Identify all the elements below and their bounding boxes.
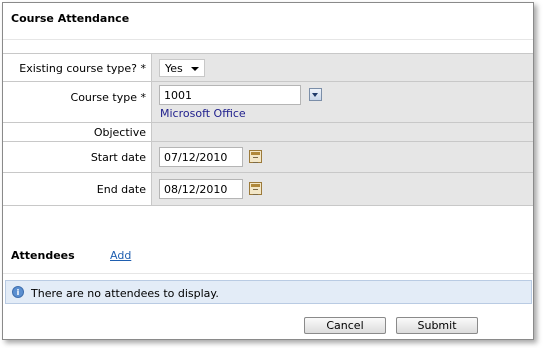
objective-cell [151, 123, 533, 141]
course-form: Existing course type? * Yes Course type … [3, 53, 533, 206]
existing-course-type-select[interactable]: Yes [159, 59, 205, 77]
objective-label: Objective [93, 126, 146, 139]
panel-title: Course Attendance [11, 12, 130, 25]
chevron-down-icon [191, 67, 199, 71]
course-type-description: Microsoft Office [160, 107, 246, 120]
start-date-row: Start date 07/12/2010 [3, 141, 533, 172]
end-date-row: End date 08/12/2010 [3, 172, 533, 205]
cancel-button[interactable]: Cancel [304, 317, 386, 334]
start-date-cell: 07/12/2010 [151, 142, 533, 172]
existing-course-type-cell: Yes [151, 54, 533, 81]
course-attendance-panel: Course Attendance Existing course type? … [2, 2, 534, 340]
info-icon: i [12, 286, 24, 298]
objective-row: Objective [3, 122, 533, 141]
attendees-divider [3, 273, 533, 274]
add-attendee-link[interactable]: Add [110, 249, 131, 262]
existing-course-type-row: Existing course type? * Yes [3, 54, 533, 81]
course-type-row: Course type * 1001 Microsoft Office [3, 81, 533, 122]
end-date-input[interactable]: 08/12/2010 [159, 179, 243, 199]
existing-course-type-label: Existing course type? * [19, 62, 146, 75]
start-date-label: Start date [90, 151, 146, 164]
empty-message-text: There are no attendees to display. [31, 287, 219, 300]
course-type-dropdown-icon[interactable] [309, 88, 322, 101]
start-date-input[interactable]: 07/12/2010 [159, 147, 243, 167]
attendees-label: Attendees [11, 249, 75, 262]
submit-button[interactable]: Submit [396, 317, 478, 334]
course-type-cell: 1001 Microsoft Office [151, 82, 533, 122]
course-type-input[interactable]: 1001 [159, 85, 301, 105]
no-attendees-message: i There are no attendees to display. [5, 280, 532, 304]
end-date-cell: 08/12/2010 [151, 173, 533, 205]
calendar-icon[interactable] [249, 150, 262, 163]
course-type-label: Course type * [70, 91, 146, 104]
end-date-label: End date [96, 183, 146, 196]
calendar-icon[interactable] [249, 182, 262, 195]
title-divider [3, 39, 533, 40]
existing-course-type-value: Yes [165, 62, 183, 75]
